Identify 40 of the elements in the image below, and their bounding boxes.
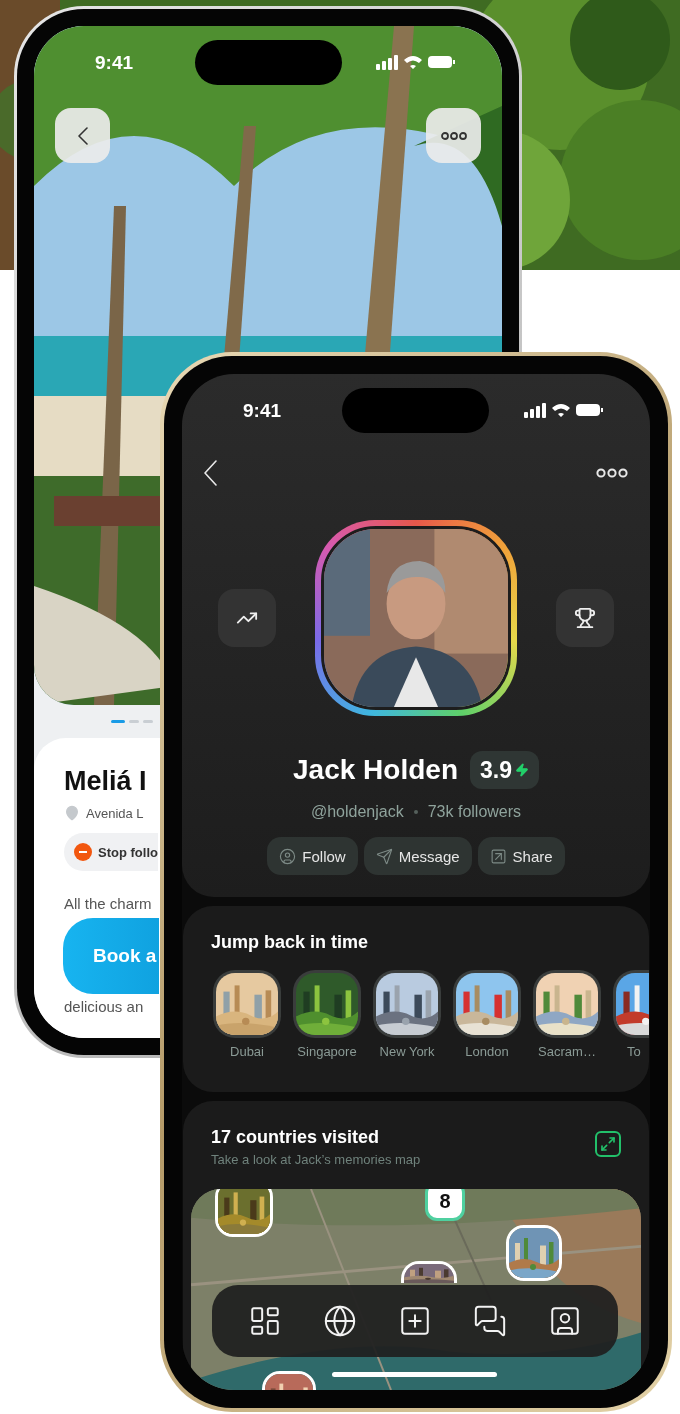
profile-action-button[interactable]: Follow xyxy=(267,837,358,875)
stop-following-chip[interactable]: Stop follo xyxy=(64,833,158,871)
profile-handle: @holdenjack xyxy=(310,803,404,821)
place-thumbnail[interactable] xyxy=(213,970,281,1038)
expand-button[interactable] xyxy=(595,1131,621,1157)
place-name: To xyxy=(626,1044,641,1059)
trophy-button[interactable] xyxy=(556,589,614,647)
place-name: Sacram… xyxy=(538,1044,596,1059)
profile-action-button[interactable]: Message xyxy=(363,837,472,875)
expand-icon xyxy=(600,1136,616,1152)
signal-icon xyxy=(524,403,546,418)
rating-value: 3.9 xyxy=(480,756,512,784)
section-title: Jump back in time xyxy=(211,932,369,953)
trophy-icon xyxy=(574,607,596,629)
battery-icon xyxy=(576,404,603,416)
hotel-title: Meliá I xyxy=(64,766,147,797)
place-name: Singapore xyxy=(297,1044,357,1059)
place-name: London xyxy=(465,1044,509,1059)
place-thumbnail[interactable] xyxy=(373,970,441,1038)
place-name: New York xyxy=(379,1044,435,1059)
hotel-address: Avenida L xyxy=(86,805,144,821)
minus-icon xyxy=(74,843,92,861)
more-button[interactable] xyxy=(596,468,628,478)
place-thumbnail[interactable] xyxy=(293,970,361,1038)
profile-name: Jack Holden xyxy=(293,754,458,786)
hotel-description: delicious an xyxy=(64,998,144,1015)
bolt-icon xyxy=(514,763,529,777)
place-thumbnail[interactable] xyxy=(453,970,521,1038)
follower-count: 73k followers xyxy=(427,803,522,821)
profile-action-button[interactable]: Share xyxy=(477,837,565,875)
section-subtitle: Take a look at Jack’s memories map xyxy=(211,1152,421,1167)
share-icon xyxy=(489,847,507,865)
user-icon xyxy=(279,847,297,865)
location-pin-icon xyxy=(64,805,80,821)
send-icon xyxy=(375,847,393,865)
place-thumbnail[interactable] xyxy=(533,970,601,1038)
place-name: Dubai xyxy=(230,1044,264,1059)
wifi-icon xyxy=(552,404,570,417)
hotel-description: All the charm xyxy=(64,895,152,912)
section-title: 17 countries visited xyxy=(211,1127,381,1148)
